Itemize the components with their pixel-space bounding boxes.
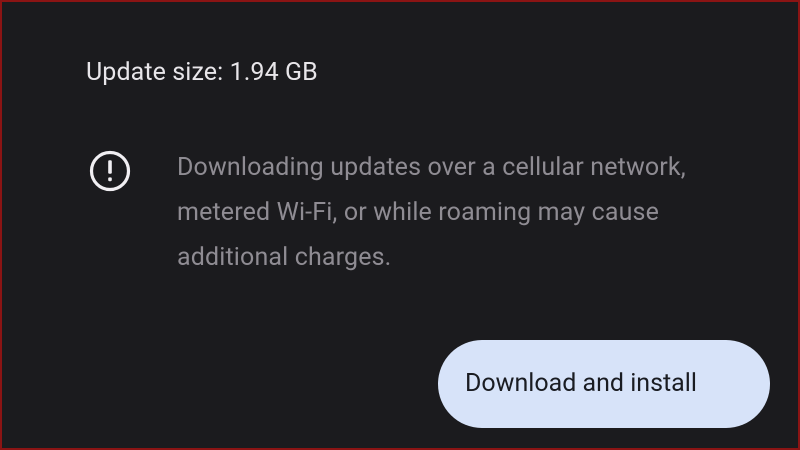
download-and-install-button[interactable]: Download and install (438, 340, 770, 428)
update-size-label: Update size: 1.94 GB (86, 58, 318, 87)
charges-warning-message: Downloading updates over a cellular netw… (177, 153, 686, 272)
update-screen: Update size: 1.94 GB Downloading updates… (0, 0, 800, 450)
exclamation-circle-icon (88, 149, 132, 193)
